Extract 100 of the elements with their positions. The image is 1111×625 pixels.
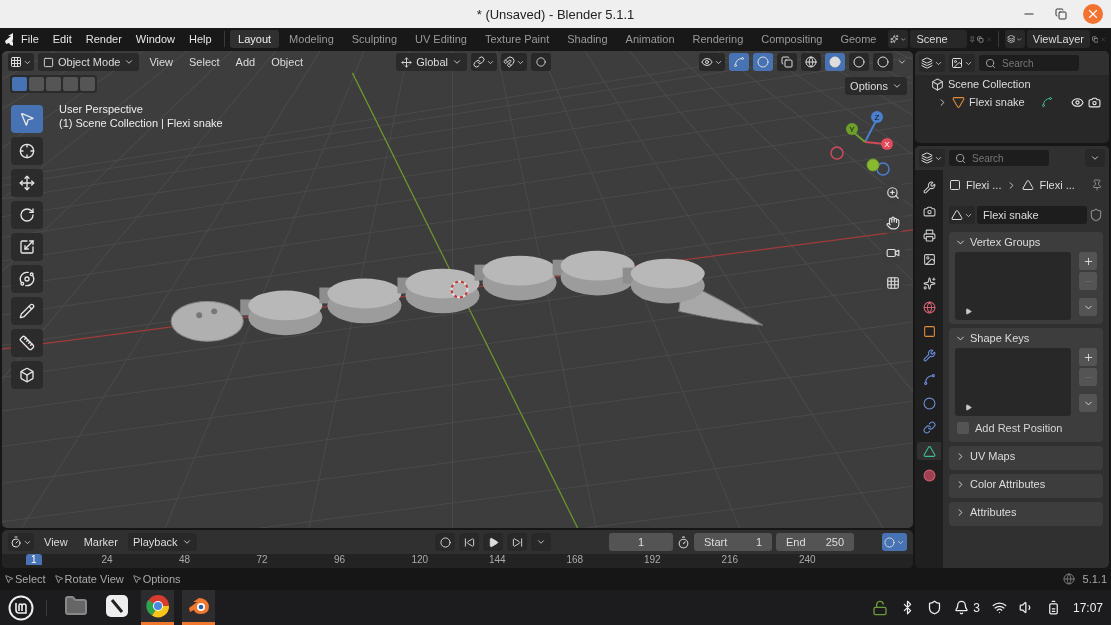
checkbox-label: Add Rest Position bbox=[975, 422, 1063, 434]
overlay-toggle[interactable] bbox=[753, 53, 773, 71]
breadcrumb-item[interactable]: Flexi ... bbox=[966, 179, 1002, 191]
taskbar-app[interactable] bbox=[182, 590, 215, 625]
start-frame-field[interactable]: Start 1 bbox=[694, 533, 772, 551]
workspace-tab[interactable]: Shading bbox=[559, 30, 616, 48]
gizmo-toggle[interactable] bbox=[729, 53, 749, 71]
tool-button[interactable] bbox=[11, 233, 43, 261]
workspace-tab[interactable]: Animation bbox=[617, 30, 683, 48]
pin-icon[interactable] bbox=[1091, 179, 1103, 191]
breadcrumb-item[interactable]: Flexi ... bbox=[1039, 179, 1075, 191]
play-icon bbox=[965, 404, 972, 411]
current-frame-field[interactable]: 1 bbox=[609, 533, 673, 551]
outliner-item[interactable]: Flexi snake bbox=[969, 96, 1025, 108]
xray-button[interactable] bbox=[777, 53, 797, 71]
add-button[interactable] bbox=[1079, 252, 1097, 270]
header-menu[interactable]: View bbox=[143, 54, 180, 70]
display-mode-button[interactable] bbox=[919, 54, 945, 72]
blender-logo-icon bbox=[4, 31, 14, 47]
workspace-tab[interactable]: Geome bbox=[832, 30, 885, 48]
window-title: * (Unsaved) - Blender 5.1.1 bbox=[476, 6, 635, 22]
wifi-icon[interactable] bbox=[991, 600, 1007, 615]
pivot-button[interactable] bbox=[471, 53, 497, 71]
menu-item[interactable]: Render bbox=[79, 31, 128, 47]
view-layer-type-button[interactable] bbox=[1004, 30, 1025, 48]
tool-button[interactable] bbox=[11, 169, 43, 197]
header-menu[interactable]: Add bbox=[229, 54, 262, 70]
shield-icon[interactable] bbox=[927, 600, 943, 615]
mesh-browse-button[interactable] bbox=[949, 206, 975, 224]
close-button[interactable] bbox=[1083, 4, 1103, 24]
properties-tab[interactable] bbox=[917, 442, 941, 460]
workspace-tab[interactable]: Modeling bbox=[281, 30, 342, 48]
play-button[interactable] bbox=[483, 533, 503, 551]
fake-user-icon[interactable] bbox=[1089, 208, 1103, 222]
play-icon bbox=[487, 536, 499, 548]
layers-icon bbox=[921, 152, 933, 164]
tool-button[interactable] bbox=[11, 329, 43, 357]
visibility-button[interactable] bbox=[699, 53, 725, 71]
render-camera-icon[interactable] bbox=[1088, 95, 1101, 109]
shading-button[interactable] bbox=[873, 53, 893, 71]
sync-button[interactable] bbox=[882, 533, 907, 551]
tool-button[interactable] bbox=[11, 201, 43, 229]
tool-button[interactable] bbox=[11, 265, 43, 293]
header-menu[interactable]: Marker bbox=[77, 534, 124, 550]
workspace-tab[interactable]: Texture Paint bbox=[477, 30, 558, 48]
search-field[interactable]: Search bbox=[949, 150, 1049, 166]
header-menu[interactable]: View bbox=[38, 534, 74, 550]
lock-icon[interactable] bbox=[872, 599, 889, 616]
workspace-tab[interactable]: Sculpting bbox=[343, 30, 405, 48]
jump-start-button[interactable] bbox=[459, 533, 479, 551]
bell-icon[interactable] bbox=[954, 600, 970, 615]
record-button[interactable] bbox=[435, 533, 455, 551]
taskbar-app[interactable] bbox=[141, 590, 174, 625]
snap-button[interactable] bbox=[501, 53, 527, 71]
end-frame-field[interactable]: End 250 bbox=[776, 533, 854, 551]
frame-number: 240 bbox=[799, 554, 816, 565]
jump-end-button[interactable] bbox=[507, 533, 527, 551]
header-menu[interactable]: Select bbox=[183, 54, 226, 70]
workspace-tab[interactable]: Layout bbox=[230, 30, 280, 48]
circle-icon bbox=[884, 536, 895, 548]
start-menu-icon[interactable] bbox=[8, 594, 34, 621]
tool-button[interactable] bbox=[11, 137, 43, 165]
menu-item[interactable]: Edit bbox=[46, 31, 78, 47]
tool-button[interactable] bbox=[11, 361, 43, 389]
search-field[interactable]: Search bbox=[979, 55, 1079, 71]
status-hint: Options bbox=[142, 573, 181, 585]
orientation-dropdown[interactable]: Global bbox=[396, 53, 467, 71]
mode-dropdown[interactable]: Object Mode bbox=[38, 53, 140, 71]
filter-button[interactable] bbox=[949, 54, 975, 72]
options-dropdown[interactable]: Options bbox=[845, 77, 907, 95]
editor-type-button[interactable] bbox=[919, 149, 945, 167]
outliner-item[interactable]: Scene Collection bbox=[948, 78, 1031, 90]
editor-type-button[interactable] bbox=[8, 533, 34, 551]
caret-icon bbox=[124, 57, 135, 67]
view-layer-field[interactable]: ViewLayer bbox=[1026, 30, 1090, 48]
shading-button[interactable] bbox=[825, 53, 845, 71]
caret-icon bbox=[897, 57, 907, 67]
clock-text[interactable]: 17:07 bbox=[1072, 600, 1103, 615]
menu-item[interactable]: Help bbox=[182, 31, 218, 47]
header-menu[interactable]: Object bbox=[265, 54, 309, 70]
menu-item[interactable]: Window bbox=[129, 31, 181, 47]
frame-number: 120 bbox=[411, 554, 429, 565]
shading-button[interactable] bbox=[849, 53, 869, 71]
workspace-tab[interactable]: Rendering bbox=[684, 30, 752, 48]
workspace-tab[interactable]: UV Editing bbox=[407, 30, 475, 48]
scene-type-button[interactable] bbox=[888, 30, 909, 48]
zoom-icon bbox=[886, 186, 900, 200]
add-button[interactable] bbox=[1079, 348, 1097, 366]
menu-item[interactable]: File bbox=[15, 31, 45, 47]
scene-field[interactable]: Scene bbox=[910, 30, 967, 48]
play-icon bbox=[965, 308, 972, 315]
shading-button[interactable] bbox=[801, 53, 821, 71]
proportional-edit-button[interactable] bbox=[531, 53, 551, 71]
mesh-name-field[interactable]: Flexi snake bbox=[977, 206, 1087, 224]
visibility-icon[interactable] bbox=[1071, 95, 1084, 109]
layers-icon bbox=[1006, 33, 1016, 45]
playback-dropdown[interactable]: Playback bbox=[127, 533, 197, 551]
workspace-tab[interactable]: Compositing bbox=[753, 30, 831, 48]
editor-type-button[interactable] bbox=[8, 53, 34, 71]
tool-button[interactable] bbox=[11, 297, 43, 325]
